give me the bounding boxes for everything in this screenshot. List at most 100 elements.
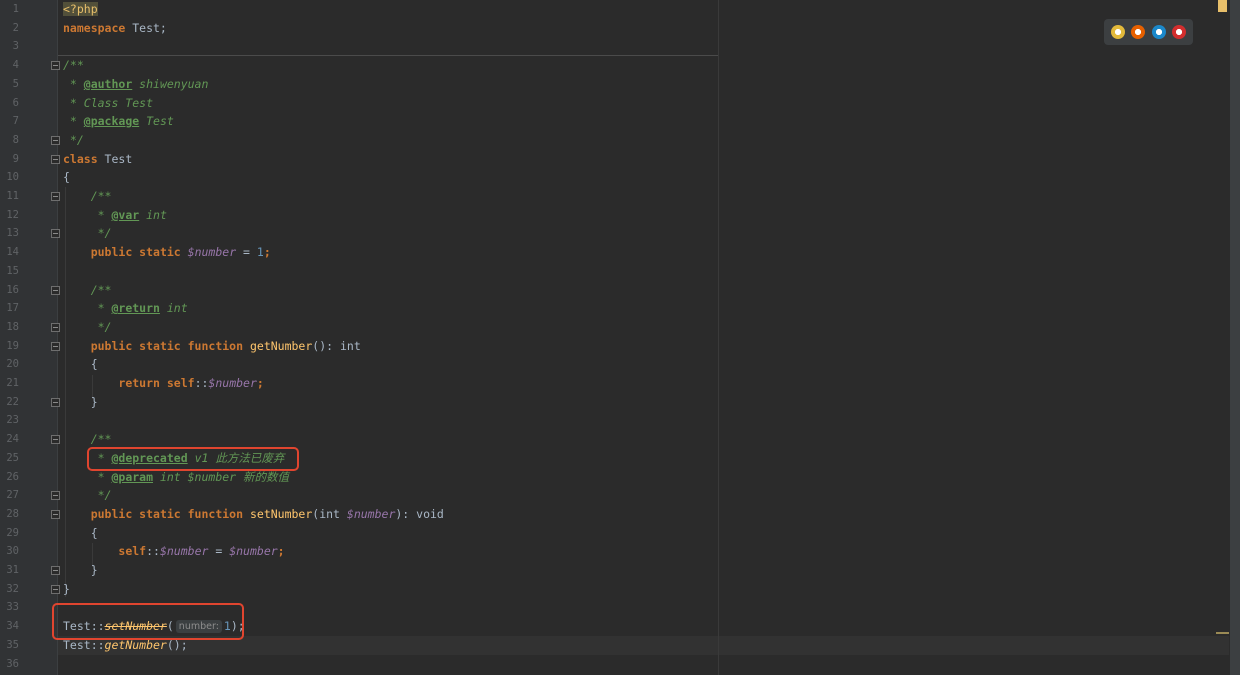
code-token: /**: [63, 282, 112, 297]
line-number: 4: [12, 59, 19, 72]
code-token: }: [63, 563, 98, 577]
code-line[interactable]: return self::$number;: [63, 374, 263, 393]
fold-toggle-icon[interactable]: [51, 154, 60, 164]
browser-launch-bar: [1104, 19, 1193, 45]
code-line[interactable]: {: [63, 355, 98, 374]
line-number: 24: [6, 433, 19, 446]
code-token: =: [236, 245, 257, 260]
code-line[interactable]: {: [63, 168, 70, 187]
code-token: /**: [63, 432, 112, 447]
fold-toggle-icon[interactable]: [51, 229, 60, 239]
fold-toggle-icon[interactable]: [51, 435, 60, 445]
code-line[interactable]: /**: [63, 430, 112, 449]
line-number: 8: [12, 133, 19, 146]
tool-window-tab-z-structure[interactable]: Z-Structure: [1230, 150, 1240, 207]
tool-window-tab-database[interactable]: Database: [1230, 70, 1240, 118]
code-editor[interactable]: 1 2 3 4 5 6 7 8 9 10 11 12 13 14 15 16 17 18 19 20 21 22 23 24 2…: [0, 0, 1229, 675]
code-line[interactable]: {: [63, 524, 98, 543]
code-token: ;: [277, 544, 285, 559]
code-line[interactable]: namespace Test;: [63, 19, 167, 38]
fold-toggle-icon[interactable]: [51, 397, 60, 407]
code-token: getNumber: [249, 338, 313, 353]
fold-toggle-icon[interactable]: [51, 322, 60, 332]
line-number: 14: [6, 246, 19, 259]
code-token: int $number 新的数值: [153, 469, 290, 484]
safari-icon[interactable]: [1151, 25, 1166, 39]
code-token: }: [63, 581, 70, 596]
code-token: {: [63, 357, 98, 372]
code-line[interactable]: <?php: [63, 0, 98, 19]
code-token: class: [63, 151, 98, 166]
line-number: 13: [6, 227, 19, 240]
fold-toggle-icon[interactable]: [51, 341, 60, 351]
line-number: 25: [6, 451, 19, 464]
right-tool-window-bar: PlantUML Database Z-Structure: [1229, 0, 1240, 675]
code-token: <?php: [63, 2, 98, 16]
line-number: 20: [6, 358, 19, 371]
line-number: 17: [6, 302, 19, 315]
code-line[interactable]: }: [63, 561, 98, 580]
code-line[interactable]: */: [63, 318, 112, 337]
line-number: 19: [6, 339, 19, 352]
line-number: 36: [6, 657, 19, 670]
code-line[interactable]: }: [63, 580, 70, 599]
line-number: 12: [6, 208, 19, 221]
code-line[interactable]: * @author shiwenyuan: [63, 75, 209, 94]
method-separator: [58, 55, 718, 56]
chrome-icon[interactable]: [1111, 25, 1126, 39]
code-token: }: [63, 394, 98, 409]
line-number: 32: [6, 582, 19, 595]
fold-toggle-icon[interactable]: [51, 491, 60, 501]
code-line[interactable]: * @var int: [63, 206, 167, 225]
error-stripe-marker[interactable]: [1218, 0, 1227, 12]
line-number: 16: [6, 283, 19, 296]
code-line[interactable]: /**: [63, 56, 84, 75]
code-line[interactable]: }: [63, 393, 98, 412]
tool-window-tab-plantuml[interactable]: PlantUML: [1230, 2, 1240, 49]
code-token: @param: [111, 469, 154, 484]
code-line[interactable]: public static function getNumber(): int: [63, 337, 361, 356]
line-number: 7: [12, 115, 19, 128]
fold-toggle-icon[interactable]: [51, 584, 60, 594]
code-line[interactable]: public static $number = 1;: [63, 243, 271, 262]
code-token: */: [63, 132, 84, 147]
code-token: *: [63, 469, 112, 484]
scroll-position-marker[interactable]: [1216, 632, 1229, 634]
code-line[interactable]: class Test: [63, 150, 132, 169]
fold-toggle-icon[interactable]: [51, 135, 60, 145]
line-number: 31: [6, 564, 19, 576]
fold-toggle-icon[interactable]: [51, 509, 60, 519]
firefox-icon[interactable]: [1131, 25, 1146, 39]
line-number: 27: [6, 489, 19, 502]
opera-icon[interactable]: [1171, 25, 1186, 39]
line-number: 29: [6, 526, 19, 539]
code-line[interactable]: */: [63, 131, 84, 150]
fold-toggle-icon[interactable]: [51, 285, 60, 295]
code-line[interactable]: * @return int: [63, 299, 188, 318]
fold-toggle-icon[interactable]: [51, 61, 60, 71]
line-number: 2: [12, 21, 19, 34]
code-token: $number: [229, 544, 278, 559]
code-line[interactable]: * @package Test: [63, 112, 174, 131]
line-number: 34: [6, 620, 19, 633]
code-token: setNumber: [249, 506, 313, 521]
code-line[interactable]: /**: [63, 187, 112, 206]
code-token: =: [208, 544, 230, 559]
line-number: 6: [12, 96, 19, 109]
deprecated-call-highlight: [52, 603, 244, 640]
line-number: 23: [6, 414, 19, 427]
code-line[interactable]: /**: [63, 281, 112, 300]
code-token: */: [63, 226, 112, 241]
code-line[interactable]: */: [63, 486, 112, 505]
code-line[interactable]: public static function setNumber(int $nu…: [63, 505, 444, 524]
fold-toggle-icon[interactable]: [51, 192, 60, 201]
code-line[interactable]: * Class Test: [63, 94, 153, 113]
code-line[interactable]: self::$number = $number;: [63, 542, 285, 561]
code-line[interactable]: */: [63, 224, 112, 243]
code-token: * Class Test: [63, 95, 154, 110]
fold-toggle-icon[interactable]: [51, 566, 60, 575]
